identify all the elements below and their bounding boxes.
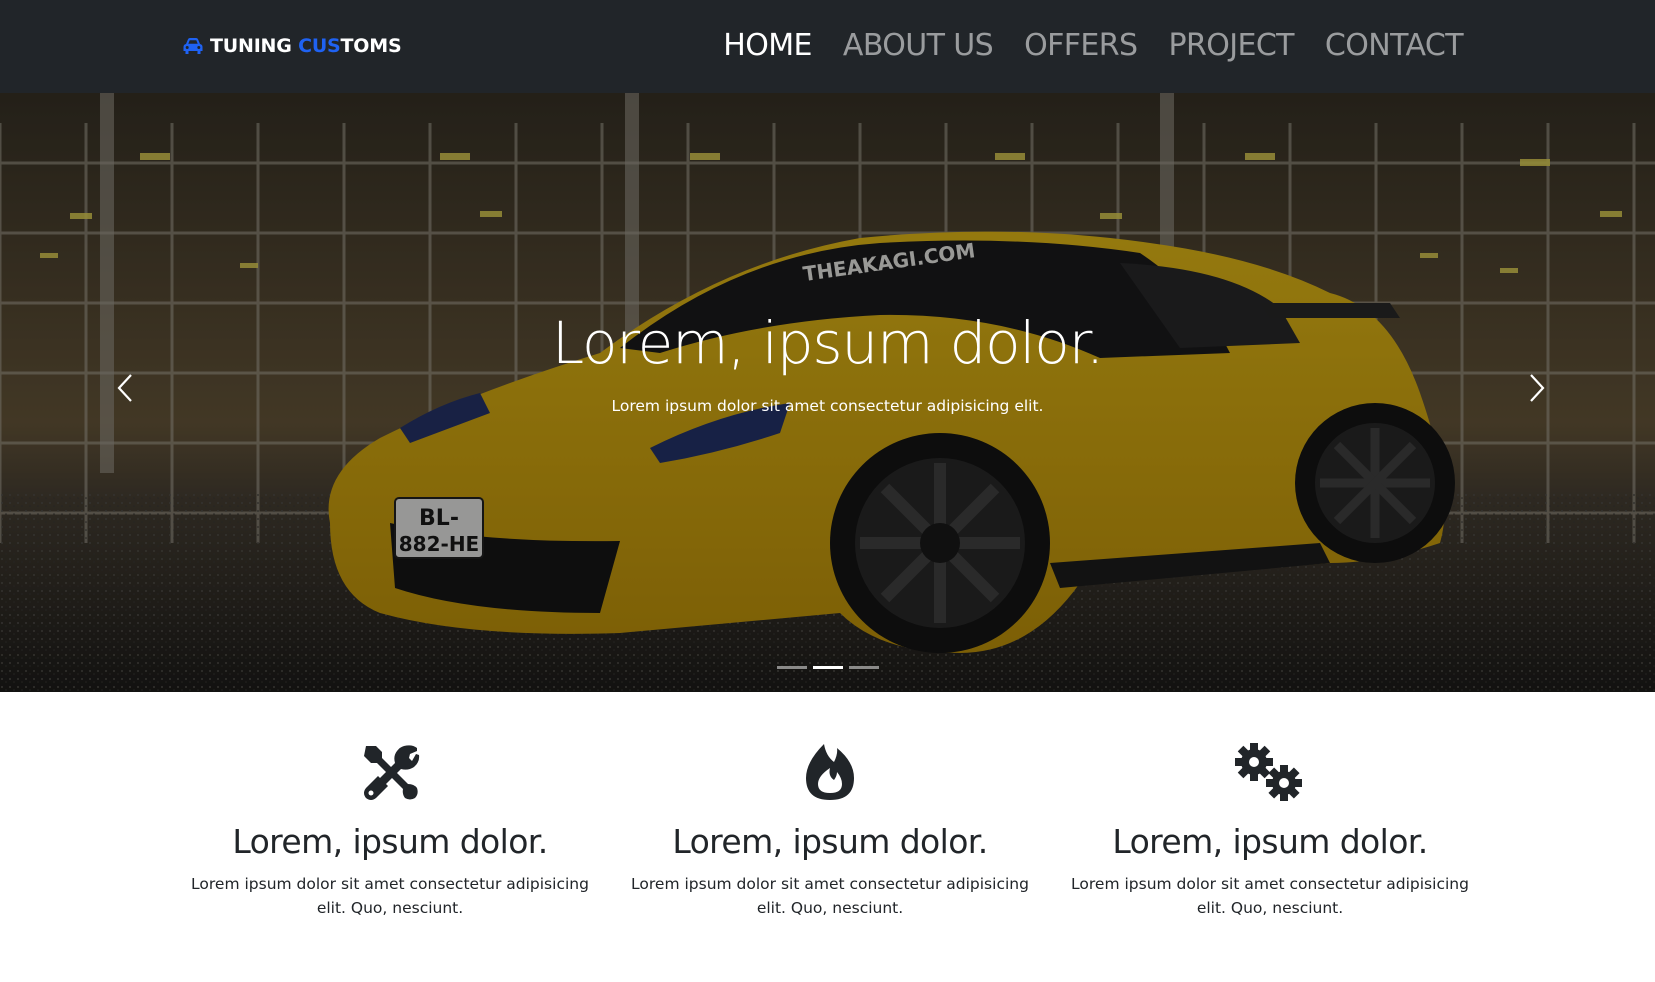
feature-title: Lorem, ipsum dolor.: [672, 822, 988, 861]
carousel-next-button[interactable]: [1517, 353, 1557, 423]
hero-text: Lorem ipsum dolor sit amet consectetur a…: [611, 397, 1044, 415]
fire-icon: [806, 744, 854, 800]
chevron-right-icon: [1530, 374, 1545, 402]
feature-card: Lorem, ipsum dolor. Lorem ipsum dolor si…: [610, 692, 1050, 952]
carousel-indicator-1[interactable]: [776, 666, 807, 669]
nav-link-home[interactable]: HOME: [723, 24, 812, 68]
nav-link-about-us[interactable]: ABOUT US: [843, 24, 994, 68]
feature-text: Lorem ipsum dolor sit amet consectetur a…: [191, 875, 589, 917]
hero-overlay: [0, 93, 1655, 692]
car-icon: [183, 38, 203, 54]
cogs-icon: [1235, 743, 1302, 801]
chevron-left-icon: [117, 374, 132, 402]
carousel-indicators: [0, 663, 1655, 673]
hero-title: Lorem, ipsum dolor.: [551, 309, 1105, 377]
carousel-indicator-2[interactable]: [812, 666, 843, 669]
navbar: TUNING CUSTOMS HOME ABOUT US OFFERS PROJ…: [0, 0, 1655, 93]
nav-menu: HOME ABOUT US OFFERS PROJECT CONTACT: [723, 24, 1463, 68]
feature-title: Lorem, ipsum dolor.: [232, 822, 548, 861]
feature-text: Lorem ipsum dolor sit amet consectetur a…: [1071, 875, 1469, 917]
feature-text: Lorem ipsum dolor sit amet consectetur a…: [631, 875, 1029, 917]
brand-highlight: CUS: [298, 35, 341, 57]
carousel-prev-button[interactable]: [105, 353, 145, 423]
hero-carousel: BL- 882-HE THEAKAGI.COM Lorem, ipsum dol…: [0, 93, 1655, 692]
brand-text: TUNING CUSTOMS: [210, 35, 402, 57]
feature-title: Lorem, ipsum dolor.: [1112, 822, 1428, 861]
nav-link-project[interactable]: PROJECT: [1168, 24, 1294, 68]
nav-link-contact[interactable]: CONTACT: [1325, 24, 1464, 68]
brand-logo-link[interactable]: TUNING CUSTOMS: [182, 32, 402, 60]
feature-card: Lorem, ipsum dolor. Lorem ipsum dolor si…: [170, 692, 610, 952]
feature-card: Lorem, ipsum dolor. Lorem ipsum dolor si…: [1050, 692, 1490, 952]
carousel-indicator-3[interactable]: [848, 666, 879, 669]
nav-link-offers[interactable]: OFFERS: [1024, 24, 1138, 68]
features-section: Lorem, ipsum dolor. Lorem ipsum dolor si…: [170, 692, 1490, 952]
tools-icon: [364, 745, 420, 800]
